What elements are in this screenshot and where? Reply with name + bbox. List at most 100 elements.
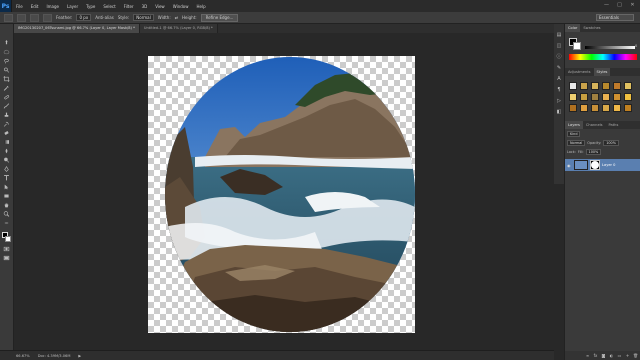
- new-group-icon[interactable]: ▭: [617, 353, 622, 358]
- style-swatch[interactable]: [569, 104, 577, 112]
- menu-view[interactable]: View: [151, 4, 169, 9]
- tab-paths[interactable]: Paths: [606, 121, 622, 129]
- feather-input[interactable]: 0 px: [76, 14, 92, 21]
- elliptical-marquee-tool-icon[interactable]: [2, 48, 11, 55]
- document-size[interactable]: Doc: 4.39M/3.06M: [38, 354, 71, 358]
- quick-selection-tool-icon[interactable]: [2, 66, 11, 73]
- style-select[interactable]: Normal: [133, 14, 154, 21]
- opacity-input[interactable]: 100%: [603, 139, 619, 146]
- menu-file[interactable]: File: [12, 4, 27, 9]
- layer-filter-kind[interactable]: Kind: [567, 130, 581, 137]
- menu-help[interactable]: Help: [192, 4, 209, 9]
- style-swatch[interactable]: [591, 82, 599, 90]
- path-selection-tool-icon[interactable]: [2, 183, 11, 190]
- panel-background-color[interactable]: [573, 42, 581, 50]
- style-swatch[interactable]: [613, 104, 621, 112]
- menu-image[interactable]: Image: [42, 4, 63, 9]
- visibility-eye-icon[interactable]: ◉: [567, 163, 572, 168]
- adjustment-layer-icon[interactable]: ◐: [609, 353, 614, 358]
- navigator-panel-icon[interactable]: ◧: [556, 109, 563, 116]
- close-button[interactable]: ✕: [629, 2, 636, 9]
- tab-adjustments[interactable]: Adjustments: [565, 68, 594, 76]
- style-swatch[interactable]: [580, 82, 588, 90]
- elliptical-marquee-tool-preset-icon[interactable]: [4, 13, 13, 22]
- fill-input[interactable]: 100%: [585, 148, 602, 155]
- menu-layer[interactable]: Layer: [63, 4, 82, 9]
- grayscale-slider[interactable]: [585, 46, 635, 49]
- paragraph-panel-icon[interactable]: ¶: [556, 87, 563, 94]
- move-tool-icon[interactable]: [2, 39, 11, 46]
- type-tool-icon[interactable]: [2, 174, 11, 181]
- new-selection-icon[interactable]: [17, 13, 26, 22]
- zoom-level[interactable]: 66.67%: [16, 354, 30, 358]
- canvas-area[interactable]: [14, 33, 554, 350]
- color-ramp[interactable]: [569, 54, 637, 60]
- style-swatch[interactable]: [569, 93, 577, 101]
- link-layers-icon[interactable]: ∞: [585, 353, 590, 358]
- anti-alias-checkbox[interactable]: Anti-alias: [95, 15, 114, 20]
- minimize-button[interactable]: —: [603, 2, 610, 9]
- info-panel-icon[interactable]: ⓘ: [556, 54, 563, 61]
- screen-mode-icon[interactable]: [2, 254, 11, 261]
- tab-document-1[interactable]: IMG20130207_06Tsunami.jpg @ 66.7% (Layer…: [14, 24, 140, 33]
- new-layer-icon[interactable]: +: [625, 353, 630, 358]
- eraser-tool-icon[interactable]: [2, 129, 11, 136]
- menu-filter[interactable]: Filter: [120, 4, 138, 9]
- eyedropper-tool-icon[interactable]: [2, 84, 11, 91]
- style-swatch[interactable]: [624, 93, 632, 101]
- document-canvas[interactable]: [148, 56, 415, 333]
- status-arrow-icon[interactable]: ▶: [78, 354, 81, 358]
- style-swatch[interactable]: [602, 93, 610, 101]
- dodge-tool-icon[interactable]: [2, 156, 11, 163]
- spot-healing-tool-icon[interactable]: [2, 93, 11, 100]
- style-swatch[interactable]: [613, 82, 621, 90]
- gradient-tool-icon[interactable]: [2, 138, 11, 145]
- style-swatch[interactable]: [624, 82, 632, 90]
- layer-name[interactable]: Layer 0: [602, 163, 615, 167]
- history-panel-icon[interactable]: ▤: [556, 32, 563, 39]
- tab-document-2[interactable]: Untitled-1 @ 66.7% (Layer 0, RGB/8) *: [139, 24, 218, 33]
- grayscale-value[interactable]: 0: [635, 44, 637, 48]
- menu-select[interactable]: Select: [99, 4, 119, 9]
- add-mask-icon[interactable]: ◙: [601, 353, 606, 358]
- blend-mode-select[interactable]: Normal: [567, 139, 586, 146]
- clone-stamp-tool-icon[interactable]: [2, 111, 11, 118]
- crop-tool-icon[interactable]: [2, 75, 11, 82]
- style-swatch[interactable]: [591, 93, 599, 101]
- layer-mask-thumbnail[interactable]: [590, 160, 600, 170]
- brush-panel-icon[interactable]: ✎: [556, 65, 563, 72]
- hand-tool-icon[interactable]: [2, 201, 11, 208]
- style-swatch[interactable]: [602, 104, 610, 112]
- maximize-button[interactable]: □: [616, 2, 623, 9]
- properties-panel-icon[interactable]: ◫: [556, 43, 563, 50]
- style-swatch[interactable]: [569, 82, 577, 90]
- lasso-tool-icon[interactable]: [2, 57, 11, 64]
- menu-edit[interactable]: Edit: [27, 4, 43, 9]
- history-brush-tool-icon[interactable]: [2, 120, 11, 127]
- character-panel-icon[interactable]: A: [556, 76, 563, 83]
- refine-edge-button[interactable]: Refine Edge...: [200, 13, 239, 22]
- layer-style-icon[interactable]: fx: [593, 353, 598, 358]
- style-swatch[interactable]: [591, 104, 599, 112]
- color-swatches[interactable]: [1, 232, 12, 243]
- menu-window[interactable]: Window: [169, 4, 193, 9]
- zoom-tool-icon[interactable]: [2, 210, 11, 217]
- style-swatch[interactable]: [624, 104, 632, 112]
- add-to-selection-icon[interactable]: [30, 13, 39, 22]
- tab-styles[interactable]: Styles: [593, 68, 611, 76]
- style-swatch[interactable]: [580, 104, 588, 112]
- pen-tool-icon[interactable]: [2, 165, 11, 172]
- style-swatch[interactable]: [602, 82, 610, 90]
- quick-mask-icon[interactable]: [2, 245, 11, 252]
- extras-icon[interactable]: [2, 219, 11, 226]
- layer-thumbnail[interactable]: [574, 160, 588, 170]
- workspace-select[interactable]: Essentials: [596, 14, 634, 21]
- tab-color[interactable]: Color: [565, 24, 581, 32]
- subtract-selection-icon[interactable]: [43, 13, 52, 22]
- delete-layer-icon[interactable]: 🗑: [633, 353, 638, 358]
- circular-masked-photo[interactable]: [165, 57, 415, 332]
- swap-icon[interactable]: ⇄: [175, 15, 178, 20]
- style-swatch[interactable]: [580, 93, 588, 101]
- menu-3d[interactable]: 3D: [138, 4, 152, 9]
- background-color[interactable]: [4, 236, 11, 242]
